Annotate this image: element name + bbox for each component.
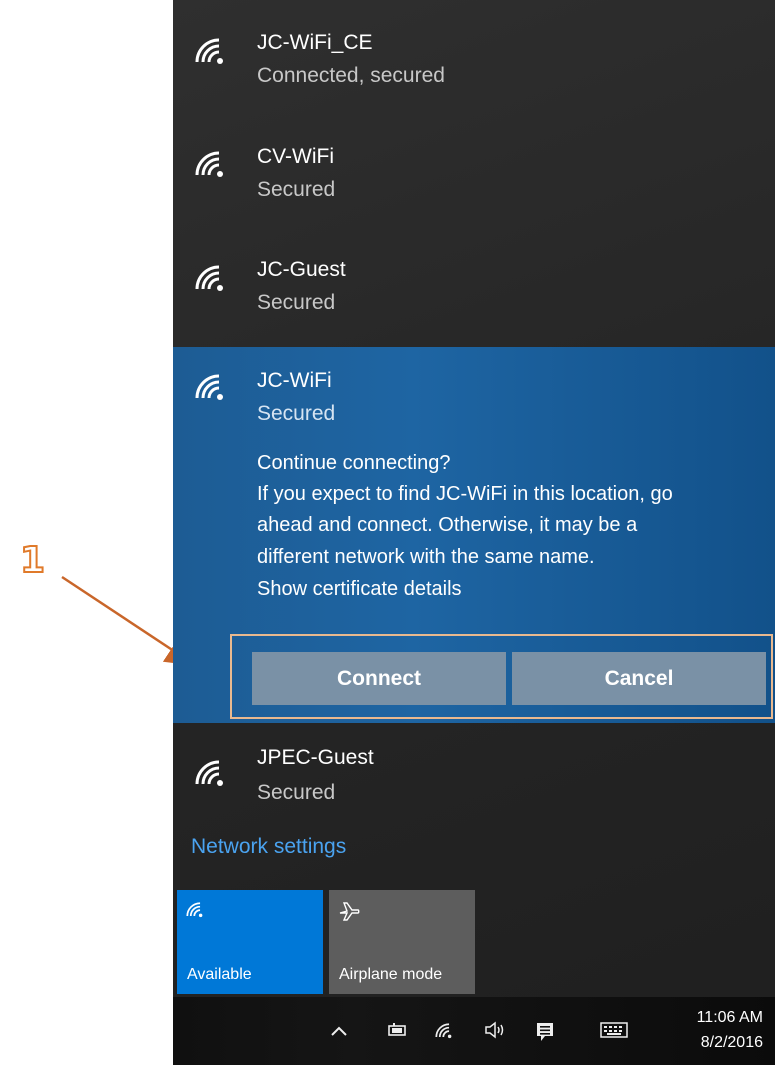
wifi-icon bbox=[193, 149, 231, 177]
tile-label: Available bbox=[187, 966, 252, 983]
wifi-icon bbox=[193, 263, 231, 291]
network-name: JPEC-Guest bbox=[257, 746, 374, 769]
taskbar: 11:06 AM 8/2/2016 bbox=[173, 997, 775, 1065]
action-center-icon[interactable] bbox=[535, 1021, 555, 1049]
network-name: JC-WiFi bbox=[257, 369, 332, 392]
wifi-icon bbox=[193, 372, 231, 400]
network-status: Secured bbox=[257, 781, 336, 804]
tile-label: Airplane mode bbox=[339, 966, 443, 983]
keyboard-icon[interactable] bbox=[600, 1021, 628, 1045]
prompt-line: If you expect to find JC-WiFi in this lo… bbox=[257, 483, 673, 505]
battery-icon[interactable] bbox=[386, 1021, 408, 1044]
prompt-line: ahead and connect. Otherwise, it may be … bbox=[257, 514, 638, 536]
clock-date[interactable]: 8/2/2016 bbox=[701, 1034, 763, 1052]
chevron-up-icon[interactable] bbox=[330, 1021, 348, 1044]
volume-icon[interactable] bbox=[484, 1021, 506, 1045]
airplane-mode-tile[interactable]: Airplane mode bbox=[329, 890, 475, 994]
network-status: Connected, secured bbox=[257, 64, 445, 87]
network-status: Secured bbox=[257, 402, 336, 425]
wifi-icon[interactable] bbox=[434, 1021, 456, 1045]
wifi-toggle-tile[interactable]: Available bbox=[177, 890, 323, 994]
prompt-title: Continue connecting? bbox=[257, 452, 451, 474]
network-settings-link[interactable]: Network settings bbox=[191, 835, 346, 859]
network-name: CV-WiFi bbox=[257, 145, 334, 168]
cancel-button[interactable]: Cancel bbox=[512, 652, 766, 705]
network-item-jpec-guest[interactable]: JPEC-Guest Secured bbox=[173, 723, 775, 836]
wifi-icon bbox=[193, 36, 231, 64]
connect-button[interactable]: Connect bbox=[252, 652, 506, 705]
network-item-jc-wifi-expanded[interactable]: JC-WiFi Secured Continue connecting? If … bbox=[173, 347, 775, 723]
annotation-number: 1 bbox=[19, 539, 46, 582]
network-item-jc-guest[interactable]: JC-Guest Secured bbox=[173, 226, 775, 339]
network-name: JC-Guest bbox=[257, 258, 346, 281]
network-status: Secured bbox=[257, 291, 336, 314]
show-certificate-link[interactable]: Show certificate details bbox=[257, 578, 462, 601]
prompt-line: different network with the same name. bbox=[257, 546, 595, 568]
clock-time[interactable]: 11:06 AM bbox=[697, 1009, 763, 1027]
network-item-cv-wifi[interactable]: CV-WiFi Secured bbox=[173, 113, 775, 226]
network-status: Secured bbox=[257, 178, 336, 201]
wifi-icon bbox=[193, 758, 231, 786]
network-name: JC-WiFi_CE bbox=[257, 31, 373, 54]
network-flyout: JC-WiFi_CE Connected, secured CV-WiFi Se… bbox=[173, 0, 775, 1065]
wifi-icon bbox=[185, 900, 207, 923]
network-item-jc-wifi-ce[interactable]: JC-WiFi_CE Connected, secured bbox=[173, 0, 775, 113]
airplane-icon bbox=[337, 900, 361, 929]
